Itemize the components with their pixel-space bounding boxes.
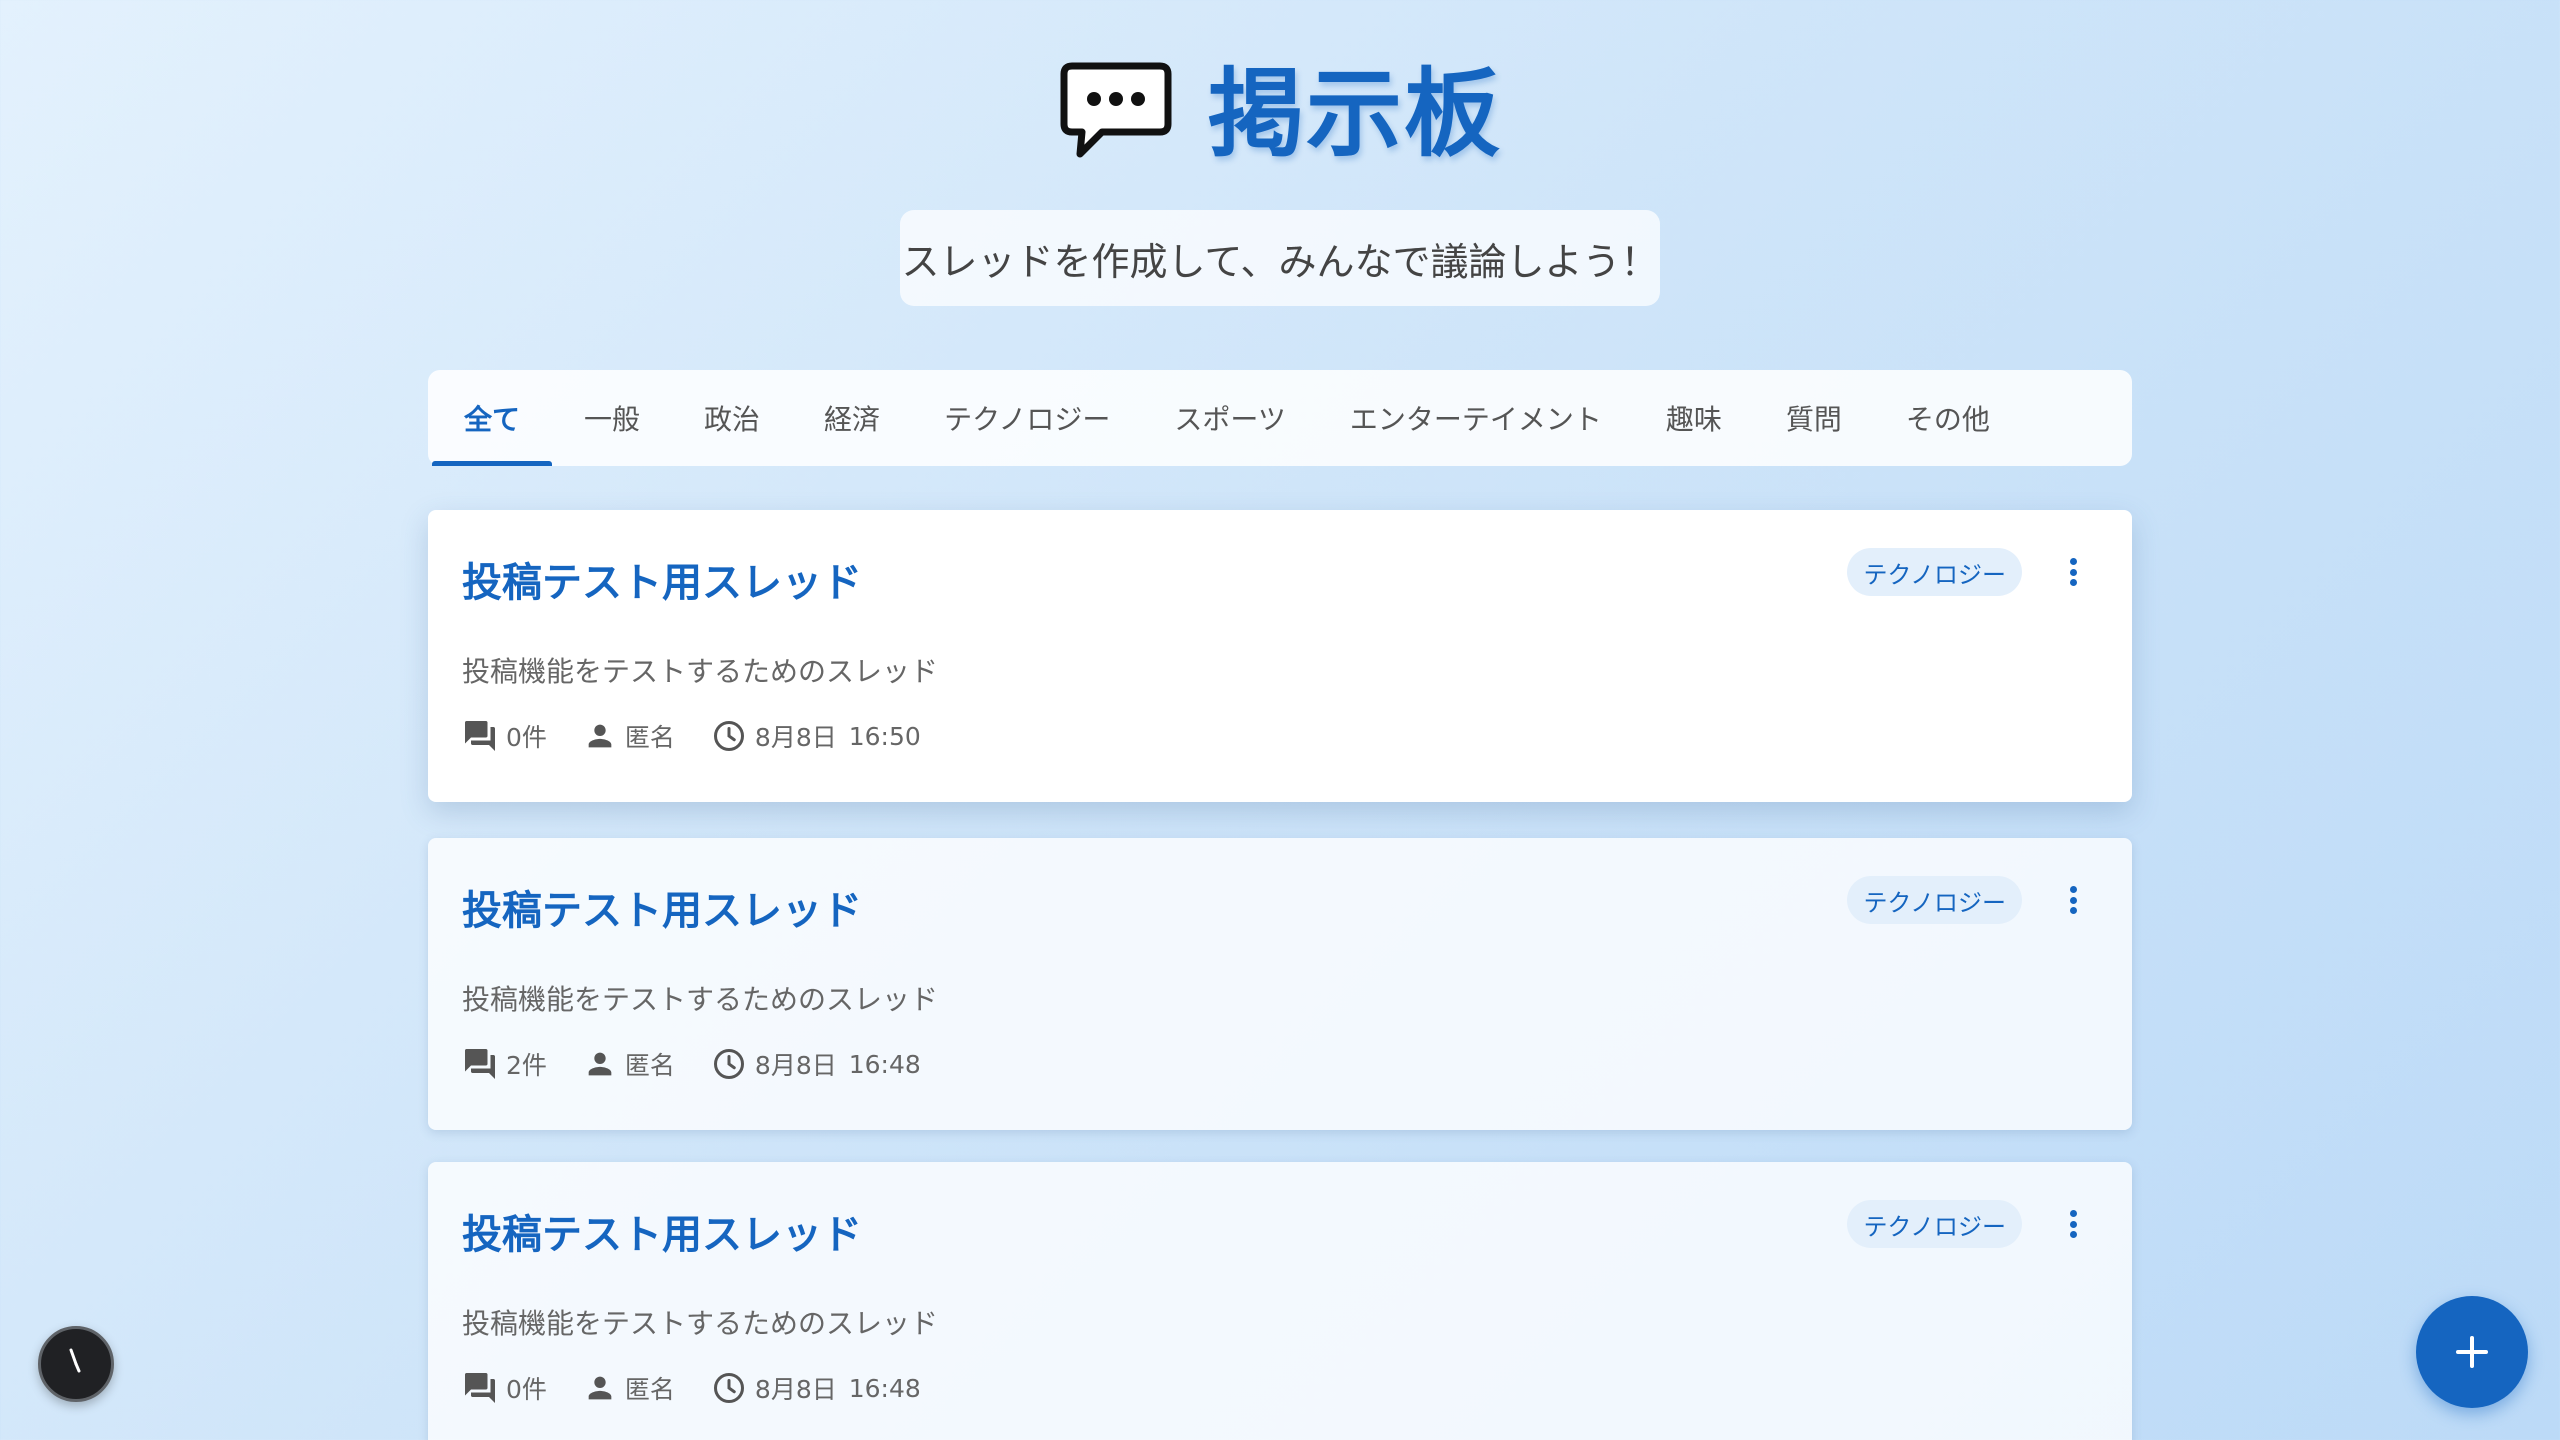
post-time: 16:48 [848, 1373, 921, 1403]
thread-card[interactable]: 投稿テスト用スレッド テクノロジー 投稿機能をテストするためのスレッド 2件 匿… [428, 838, 2132, 1130]
category-badge: テクノロジー [1847, 1200, 2022, 1248]
timestamp: 8月8日 16:50 [711, 718, 921, 754]
more-vert-icon[interactable] [2058, 1206, 2088, 1242]
post-time: 16:48 [848, 1049, 921, 1079]
reply-count: 0件 [462, 718, 547, 754]
author: 匿名 [583, 718, 675, 754]
reply-count-text: 2件 [506, 1051, 547, 1080]
person-icon [588, 724, 612, 748]
clock-toggle-button[interactable] [38, 1326, 114, 1402]
thread-card[interactable]: 投稿テスト用スレッド テクノロジー 投稿機能をテストするためのスレッド 0件 匿… [428, 1162, 2132, 1440]
thread-description: 投稿機能をテストするためのスレッド [462, 1307, 939, 1340]
tab-politics[interactable]: 政治 [672, 370, 792, 466]
thread-description: 投稿機能をテストするためのスレッド [462, 983, 939, 1016]
more-vert-icon[interactable] [2058, 882, 2088, 918]
category-badge: テクノロジー [1847, 548, 2022, 596]
post-time: 16:50 [848, 721, 921, 751]
timestamp: 8月8日 16:48 [711, 1046, 921, 1082]
author: 匿名 [583, 1370, 675, 1406]
tab-question[interactable]: 質問 [1754, 370, 1874, 466]
subtitle-banner: スレッドを作成して、みんなで議論しよう！ [900, 210, 1660, 306]
reply-count-text: 0件 [506, 723, 547, 752]
page-title: 掲示板 [1208, 58, 1502, 170]
speech-bubble-icon [1060, 62, 1172, 158]
thread-title[interactable]: 投稿テスト用スレッド [462, 1202, 862, 1260]
clock-icon [713, 1049, 744, 1079]
forum-icon [465, 1049, 495, 1079]
reply-count-text: 0件 [506, 1375, 547, 1404]
tab-other[interactable]: その他 [1874, 370, 2022, 466]
forum-icon [465, 1373, 495, 1403]
person-icon [588, 1052, 612, 1076]
tab-entertainment[interactable]: エンターテイメント [1318, 370, 1634, 466]
clock-hand-icon [69, 1348, 81, 1373]
reply-count: 2件 [462, 1046, 547, 1082]
tab-technology[interactable]: テクノロジー [912, 370, 1142, 466]
create-thread-button[interactable] [2416, 1296, 2528, 1408]
tab-economy[interactable]: 経済 [792, 370, 912, 466]
author-name: 匿名 [624, 1051, 675, 1080]
thread-meta: 2件 匿名 8月8日 16:48 [462, 1046, 957, 1082]
page-header: 掲示板 [0, 60, 2560, 168]
tab-general[interactable]: 一般 [552, 370, 672, 466]
category-badge: テクノロジー [1847, 876, 2022, 924]
author: 匿名 [583, 1046, 675, 1082]
thread-description: 投稿機能をテストするためのスレッド [462, 655, 939, 688]
more-vert-icon[interactable] [2058, 554, 2088, 590]
tab-sports[interactable]: スポーツ [1142, 370, 1317, 466]
clock-icon [713, 721, 744, 751]
person-icon [588, 1376, 612, 1400]
post-date: 8月8日 [754, 723, 837, 752]
thread-title[interactable]: 投稿テスト用スレッド [462, 878, 862, 936]
post-date: 8月8日 [754, 1375, 837, 1404]
thread-title[interactable]: 投稿テスト用スレッド [462, 550, 862, 608]
category-tabs: 全て 一般 政治 経済 テクノロジー スポーツ エンターテイメント 趣味 質問 … [428, 370, 2132, 466]
thread-meta: 0件 匿名 8月8日 16:48 [462, 1370, 957, 1406]
author-name: 匿名 [624, 723, 675, 752]
thread-meta: 0件 匿名 8月8日 16:50 [462, 718, 957, 754]
clock-icon [713, 1373, 744, 1403]
author-name: 匿名 [624, 1375, 675, 1404]
thread-card[interactable]: 投稿テスト用スレッド テクノロジー 投稿機能をテストするためのスレッド 0件 匿… [428, 510, 2132, 802]
subtitle-text: スレッドを作成して、みんなで議論しよう！ [901, 239, 1659, 284]
post-date: 8月8日 [754, 1051, 837, 1080]
tab-all[interactable]: 全て [432, 370, 553, 466]
plus-icon [2456, 1336, 2488, 1368]
timestamp: 8月8日 16:48 [711, 1370, 921, 1406]
forum-icon [465, 721, 495, 751]
reply-count: 0件 [462, 1370, 547, 1406]
tab-hobby[interactable]: 趣味 [1634, 370, 1754, 466]
